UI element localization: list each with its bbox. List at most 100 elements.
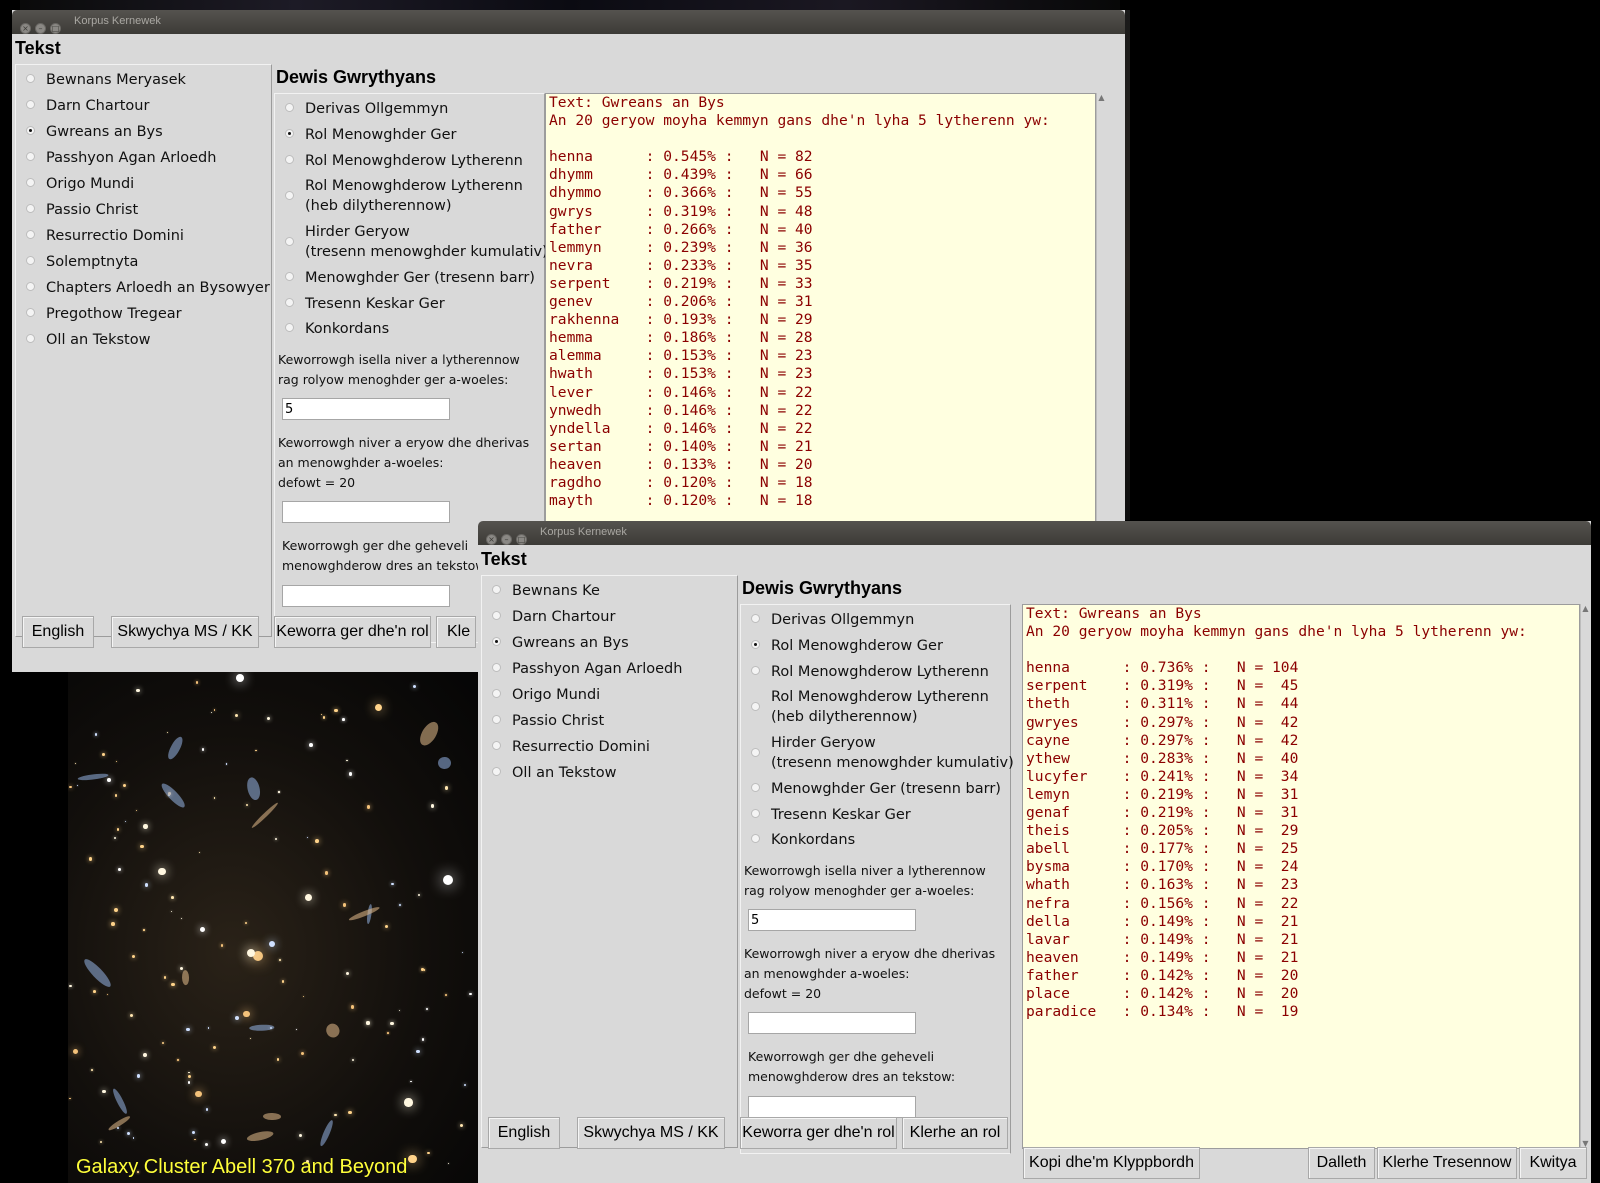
tekst-heading: Tekst	[15, 38, 61, 58]
wallpaper-galaxy	[158, 780, 188, 811]
radio-button-selected[interactable]	[492, 637, 501, 646]
radio-button[interactable]	[26, 282, 35, 291]
radio-button[interactable]	[492, 767, 501, 776]
radio-button[interactable]	[751, 666, 760, 675]
maximize-icon[interactable]: □	[50, 23, 61, 34]
scroll-up-icon[interactable]: ▲	[1581, 604, 1590, 614]
wallpaper-star	[124, 820, 127, 823]
english-button[interactable]: English	[488, 1117, 560, 1149]
radio-button[interactable]	[26, 256, 35, 265]
compare-word-input[interactable]	[282, 585, 450, 607]
radio-button-selected[interactable]	[26, 126, 35, 135]
prompt-line: an menowghder a-woeles:	[744, 966, 910, 981]
wallpaper-star	[342, 718, 345, 721]
radio-button[interactable]	[285, 237, 294, 246]
results-row: ythew : 0.283% : N = 40	[1026, 749, 1299, 767]
radio-button-selected[interactable]	[285, 129, 294, 138]
compare-word-input[interactable]	[748, 1096, 916, 1118]
results-spacer	[1026, 641, 1576, 659]
clear-list-button[interactable]: Kle	[436, 616, 476, 648]
radio-button[interactable]	[26, 308, 35, 317]
function-option-label: Tresenn Keskar Ger	[305, 296, 445, 312]
results-scrollbar[interactable]: ▲ ▼	[1580, 604, 1590, 1149]
radio-button[interactable]	[285, 191, 294, 200]
radio-button[interactable]	[751, 702, 760, 711]
close-icon[interactable]: ×	[486, 534, 497, 545]
wallpaper-star	[387, 1032, 389, 1034]
prompt-line: menowghderow dres an tekstow:	[282, 558, 490, 573]
wallpaper-star	[115, 761, 117, 763]
radio-button[interactable]	[751, 748, 760, 757]
radio-button[interactable]	[26, 152, 35, 161]
radio-button[interactable]	[26, 74, 35, 83]
radio-button[interactable]	[751, 614, 760, 623]
results-row: gwrys : 0.319% : N = 48	[549, 202, 813, 220]
copy-clipboard-button[interactable]: Kopi dhe'm Klyppbordh	[1023, 1147, 1200, 1179]
radio-button[interactable]	[751, 809, 760, 818]
min-letters-input[interactable]: 5	[282, 398, 450, 420]
min-letters-prompt: Keworrowgh isella niver a lytherennow rag…	[278, 350, 520, 390]
function-option-label: Rol Menowghderow Ger	[771, 638, 943, 654]
radio-button[interactable]	[26, 334, 35, 343]
clear-plots-button[interactable]: Klerhe Tresennow	[1377, 1147, 1517, 1179]
add-word-button[interactable]: Keworra ger dhe'n rol	[740, 1117, 897, 1149]
radio-button[interactable]	[751, 783, 760, 792]
wallpaper-star	[460, 1123, 464, 1128]
radio-button[interactable]	[26, 178, 35, 187]
compare-prompt: Keworrowgh ger dhe geheveli menowghderow …	[282, 536, 489, 576]
clear-list-button[interactable]: Klerhe an rol	[902, 1117, 1008, 1149]
function-option-line2: (heb dilytherennow)	[771, 709, 918, 725]
radio-button[interactable]	[285, 323, 294, 332]
prompt-line: Keworrowgh ger dhe geheveli	[748, 1049, 935, 1064]
wallpaper-star	[158, 868, 166, 876]
minimize-icon[interactable]: –	[35, 23, 46, 34]
minimize-icon[interactable]: –	[501, 534, 512, 545]
count-input[interactable]	[748, 1012, 916, 1034]
radio-button[interactable]	[492, 715, 501, 724]
results-row: cayne : 0.297% : N = 42	[1026, 731, 1299, 749]
add-word-button[interactable]: Keworra ger dhe'n rol	[274, 616, 431, 648]
titlebar[interactable]: × – □ Korpus Kernewek	[12, 10, 1125, 34]
wallpaper-galaxy	[181, 969, 190, 985]
radio-button[interactable]	[26, 100, 35, 109]
switch-ms-kk-button[interactable]: Skwychya MS / KK	[111, 616, 259, 648]
switch-ms-kk-button[interactable]: Skwychya MS / KK	[577, 1117, 725, 1149]
radio-button[interactable]	[492, 741, 501, 750]
wallpaper-star	[101, 1089, 106, 1094]
scroll-up-icon[interactable]: ▲	[1097, 93, 1106, 103]
wallpaper-star	[463, 1083, 466, 1086]
radio-button-selected[interactable]	[751, 640, 760, 649]
titlebar[interactable]: × – □ Korpus Kernewek	[478, 521, 1591, 545]
min-letters-input[interactable]: 5	[748, 909, 916, 931]
results-output[interactable]: Text: Gwreans an Bys An 20 geryow moyha …	[1022, 604, 1580, 1149]
results-row: abell : 0.177% : N = 25	[1026, 840, 1299, 858]
radio-button[interactable]	[285, 103, 294, 112]
radio-button[interactable]	[285, 298, 294, 307]
results-row: lemyn : 0.219% : N = 31	[1026, 785, 1299, 803]
radio-button[interactable]	[492, 611, 501, 620]
radio-button[interactable]	[492, 663, 501, 672]
wallpaper-star	[213, 797, 216, 799]
radio-button[interactable]	[26, 230, 35, 239]
wallpaper-star	[199, 926, 205, 932]
start-button[interactable]: Dalleth	[1308, 1147, 1375, 1179]
results-row: gwryes : 0.297% : N = 42	[1026, 713, 1299, 731]
radio-button[interactable]	[492, 689, 501, 698]
wallpaper-star	[69, 984, 72, 988]
radio-button[interactable]	[285, 155, 294, 164]
radio-button[interactable]	[285, 272, 294, 281]
quit-button[interactable]: Kwitya	[1519, 1147, 1587, 1179]
count-input[interactable]	[282, 501, 450, 523]
wallpaper-star	[142, 1053, 147, 1058]
wallpaper-galaxy	[318, 1119, 335, 1147]
radio-button[interactable]	[492, 585, 501, 594]
text-option-label: Gwreans an Bys	[512, 635, 629, 651]
maximize-icon[interactable]: □	[516, 534, 527, 545]
results-row: lever : 0.146% : N = 22	[549, 383, 813, 401]
close-icon[interactable]: ×	[20, 23, 31, 34]
wallpaper-galaxy	[245, 1129, 274, 1143]
radio-button[interactable]	[751, 834, 760, 843]
radio-button[interactable]	[26, 204, 35, 213]
wallpaper-star	[298, 1134, 303, 1138]
english-button[interactable]: English	[22, 616, 94, 648]
